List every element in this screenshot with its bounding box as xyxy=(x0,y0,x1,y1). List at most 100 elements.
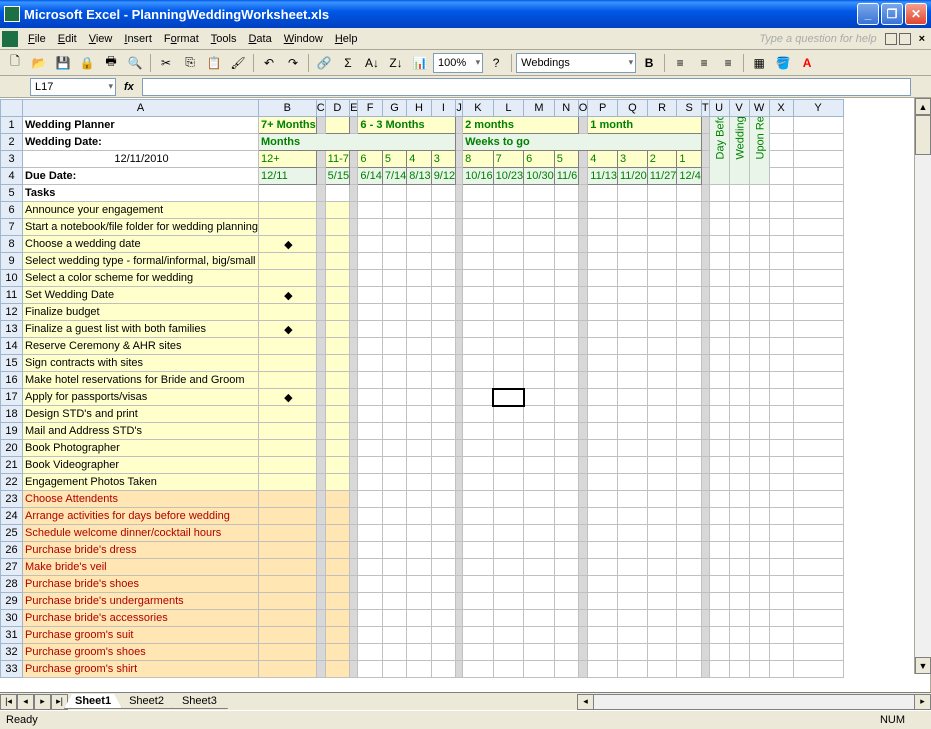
cell[interactable] xyxy=(647,440,677,457)
cell[interactable] xyxy=(554,287,578,304)
cell[interactable] xyxy=(677,559,701,576)
task-cell[interactable]: Make hotel reservations for Bride and Gr… xyxy=(23,372,259,389)
cell[interactable] xyxy=(463,287,494,304)
cell[interactable] xyxy=(749,593,769,610)
cell[interactable] xyxy=(701,355,709,372)
cell[interactable] xyxy=(325,525,349,542)
cell[interactable] xyxy=(325,423,349,440)
task-cell[interactable]: Apply for passports/visas xyxy=(23,389,259,406)
cell[interactable] xyxy=(431,423,455,440)
cell[interactable] xyxy=(729,661,749,678)
cell[interactable] xyxy=(709,389,729,406)
cell[interactable] xyxy=(769,576,793,593)
cell[interactable] xyxy=(350,304,358,321)
cell[interactable] xyxy=(701,338,709,355)
cell[interactable] xyxy=(325,236,349,253)
cell[interactable] xyxy=(709,236,729,253)
cell[interactable] xyxy=(325,406,349,423)
cell[interactable] xyxy=(325,440,349,457)
cell[interactable] xyxy=(382,440,406,457)
task-cell[interactable]: Make bride's veil xyxy=(23,559,259,576)
cell[interactable] xyxy=(701,593,709,610)
col-header-K[interactable]: K xyxy=(463,100,494,117)
task-cell[interactable]: Reserve Ceremony & AHR sites xyxy=(23,338,259,355)
cell[interactable] xyxy=(729,457,749,474)
cell[interactable] xyxy=(493,440,524,457)
hscroll-right[interactable]: ▸ xyxy=(914,694,931,710)
cell[interactable] xyxy=(407,304,431,321)
cell[interactable] xyxy=(524,355,555,372)
cell[interactable] xyxy=(769,457,793,474)
cell[interactable] xyxy=(350,457,358,474)
cell[interactable] xyxy=(456,219,463,236)
cell[interactable] xyxy=(769,406,793,423)
cell[interactable] xyxy=(769,559,793,576)
cell[interactable] xyxy=(769,661,793,678)
cell[interactable] xyxy=(588,321,618,338)
cell[interactable] xyxy=(729,627,749,644)
cell[interactable] xyxy=(647,338,677,355)
cell[interactable] xyxy=(407,389,431,406)
task-cell[interactable]: Purchase groom's shoes xyxy=(23,644,259,661)
cell[interactable] xyxy=(709,474,729,491)
cell[interactable] xyxy=(382,355,406,372)
col-header-T[interactable]: T xyxy=(701,100,709,117)
cell[interactable] xyxy=(793,253,843,270)
col-header-B[interactable]: B xyxy=(259,100,317,117)
cell[interactable] xyxy=(647,542,677,559)
cell[interactable] xyxy=(493,661,524,678)
cell[interactable] xyxy=(493,219,524,236)
cell[interactable] xyxy=(677,525,701,542)
cell[interactable] xyxy=(677,202,701,219)
cell[interactable] xyxy=(456,457,463,474)
cell[interactable] xyxy=(382,270,406,287)
cell[interactable] xyxy=(617,627,647,644)
menu-edit[interactable]: Edit xyxy=(52,31,83,47)
col-header-V[interactable]: V xyxy=(729,100,749,117)
cell[interactable] xyxy=(647,457,677,474)
cell[interactable] xyxy=(588,423,618,440)
font-color-button[interactable]: A xyxy=(796,52,818,74)
cell[interactable] xyxy=(259,457,317,474)
cell[interactable] xyxy=(493,525,524,542)
cell[interactable] xyxy=(456,423,463,440)
cell[interactable] xyxy=(578,593,588,610)
cell[interactable] xyxy=(578,644,588,661)
cell[interactable] xyxy=(617,355,647,372)
cell[interactable] xyxy=(749,389,769,406)
col-header-L[interactable]: L xyxy=(493,100,524,117)
cell[interactable] xyxy=(259,508,317,525)
cell[interactable] xyxy=(677,304,701,321)
cell[interactable] xyxy=(709,576,729,593)
cell[interactable] xyxy=(588,593,618,610)
col-header-O[interactable]: O xyxy=(578,100,588,117)
cell[interactable] xyxy=(749,559,769,576)
cell[interactable] xyxy=(793,355,843,372)
cell[interactable] xyxy=(382,474,406,491)
cell[interactable] xyxy=(259,270,317,287)
cell[interactable] xyxy=(793,338,843,355)
cell[interactable] xyxy=(578,661,588,678)
cell[interactable] xyxy=(407,661,431,678)
cell[interactable] xyxy=(382,321,406,338)
close-button[interactable]: ✕ xyxy=(905,3,927,25)
cell[interactable] xyxy=(316,559,325,576)
cell[interactable] xyxy=(554,338,578,355)
cell[interactable] xyxy=(325,287,349,304)
horizontal-scrollbar[interactable]: ◂ ▸ xyxy=(577,694,931,710)
hyperlink-button[interactable]: 🔗 xyxy=(313,52,335,74)
cell[interactable] xyxy=(316,525,325,542)
cell[interactable] xyxy=(769,593,793,610)
cell[interactable] xyxy=(701,491,709,508)
cell[interactable] xyxy=(524,270,555,287)
task-cell[interactable]: Announce your engagement xyxy=(23,202,259,219)
cell[interactable] xyxy=(578,321,588,338)
cell[interactable] xyxy=(588,270,618,287)
cell[interactable] xyxy=(259,525,317,542)
task-cell[interactable]: Purchase bride's dress xyxy=(23,542,259,559)
new-button[interactable]: 🗋 xyxy=(4,52,26,74)
cell[interactable] xyxy=(729,559,749,576)
cell[interactable] xyxy=(316,406,325,423)
cell[interactable] xyxy=(677,372,701,389)
cell[interactable] xyxy=(493,576,524,593)
